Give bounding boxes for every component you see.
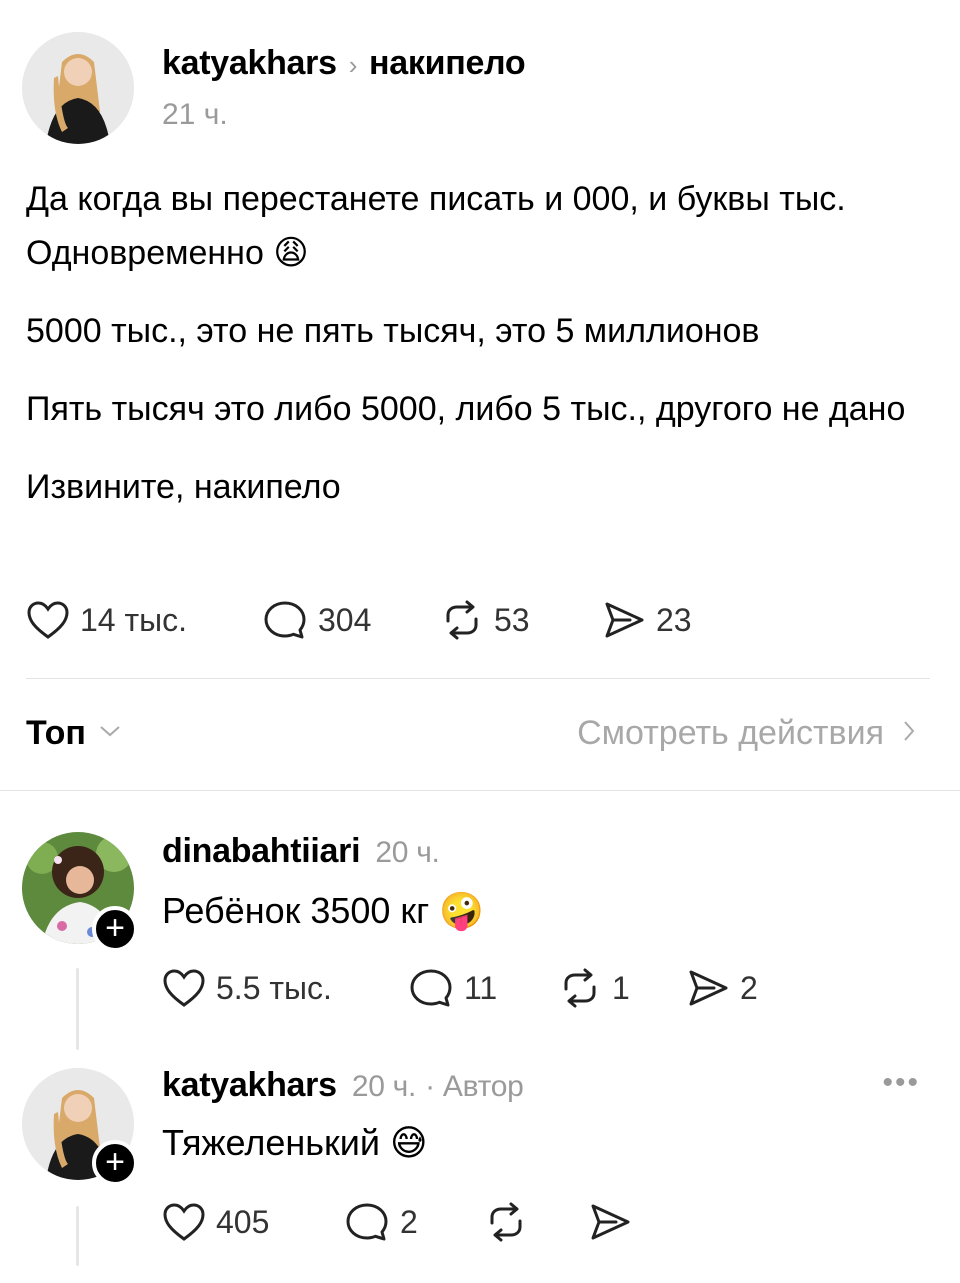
comment-icon: [410, 969, 452, 1007]
heart-icon: [163, 969, 205, 1007]
reply-header: dinabahtiiari 20 ч.: [162, 832, 440, 871]
share-count: 23: [656, 601, 692, 638]
post-username[interactable]: katyakhars: [162, 44, 337, 82]
author-tag: · Автор: [425, 1070, 524, 1103]
chevron-down-icon: [98, 723, 122, 744]
reply-header: katyakhars 20 ч. · Автор: [162, 1066, 524, 1105]
sort-dropdown[interactable]: Топ: [26, 714, 122, 753]
share-icon: [591, 1204, 630, 1240]
comment-button[interactable]: 2: [344, 1201, 484, 1243]
post-header: katyakhars › накипело: [162, 44, 526, 83]
view-activity-link[interactable]: Смотреть действия: [577, 714, 916, 753]
post-paragraph: Пять тысяч это либо 5000, либо 5 тыс., д…: [26, 390, 906, 428]
breadcrumb-chevron-icon: ›: [348, 50, 358, 80]
reply-actions: 405 2: [162, 1198, 632, 1246]
share-icon: [689, 970, 728, 1006]
thread-line: [76, 968, 79, 1050]
repost-button[interactable]: 53: [440, 599, 602, 641]
comment-count: 11: [464, 969, 498, 1006]
follow-plus-button[interactable]: +: [92, 906, 138, 952]
heart-icon: [27, 601, 69, 639]
like-count: 14 тыс.: [80, 601, 188, 638]
more-icon[interactable]: •••: [882, 1066, 920, 1100]
reply-text: Ребёнок 3500 кг 🤪: [162, 890, 485, 931]
comment-button[interactable]: 11: [408, 967, 558, 1009]
reply-actions: 5.5 тыс. 11 1 2: [162, 964, 758, 1012]
reply-time: 20 ч.: [375, 836, 440, 869]
reply-text: Тяжеленький 😅: [162, 1122, 428, 1163]
repost-icon: [446, 600, 478, 640]
share-button[interactable]: 23: [602, 599, 692, 641]
avatar-image: [22, 32, 134, 144]
like-count: 405: [216, 1203, 270, 1240]
repost-count: 1: [612, 969, 630, 1006]
comment-button[interactable]: 304: [262, 599, 440, 641]
like-count: 5.5 тыс.: [216, 969, 332, 1006]
post-avatar[interactable]: [22, 32, 134, 144]
post-actions: 14 тыс. 304 53 23: [26, 596, 692, 644]
repost-button[interactable]: 1: [558, 967, 686, 1009]
heart-icon: [163, 1203, 205, 1241]
chevron-right-icon: [902, 718, 916, 749]
post-body: Да когда вы перестанете писать и 000, и …: [26, 172, 926, 538]
comment-count: 2: [400, 1203, 418, 1240]
follow-plus-button[interactable]: +: [92, 1140, 138, 1186]
share-button[interactable]: 2: [686, 967, 758, 1009]
reply-username[interactable]: dinabahtiiari: [162, 832, 361, 870]
repost-count: 53: [494, 601, 530, 638]
post-topic[interactable]: накипело: [369, 44, 526, 82]
repost-icon: [490, 1202, 522, 1242]
reply-time: 20 ч.: [351, 1070, 417, 1103]
like-button[interactable]: 14 тыс.: [26, 600, 262, 640]
post-time: 21 ч.: [162, 98, 228, 131]
like-button[interactable]: 405: [162, 1202, 344, 1242]
post-paragraph: Да когда вы перестанете писать и 000, и …: [26, 180, 846, 272]
repost-button[interactable]: [484, 1201, 588, 1243]
share-count: 2: [740, 969, 758, 1006]
like-button[interactable]: 5.5 тыс.: [162, 968, 408, 1008]
section-divider: [0, 790, 960, 791]
post-paragraph: 5000 тыс., это не пять тысяч, это 5 милл…: [26, 312, 760, 350]
thread-line: [76, 1206, 79, 1266]
post-paragraph: Извините, накипело: [26, 468, 341, 506]
comment-count: 304: [318, 601, 372, 638]
reply-username[interactable]: katyakhars: [162, 1066, 337, 1104]
repost-icon: [564, 968, 596, 1008]
share-button[interactable]: [588, 1201, 632, 1243]
comment-icon: [264, 601, 306, 639]
sort-label: Топ: [26, 714, 86, 752]
comment-icon: [346, 1203, 388, 1241]
divider: [26, 678, 930, 679]
share-icon: [605, 602, 644, 638]
view-activity-label: Смотреть действия: [577, 714, 884, 752]
